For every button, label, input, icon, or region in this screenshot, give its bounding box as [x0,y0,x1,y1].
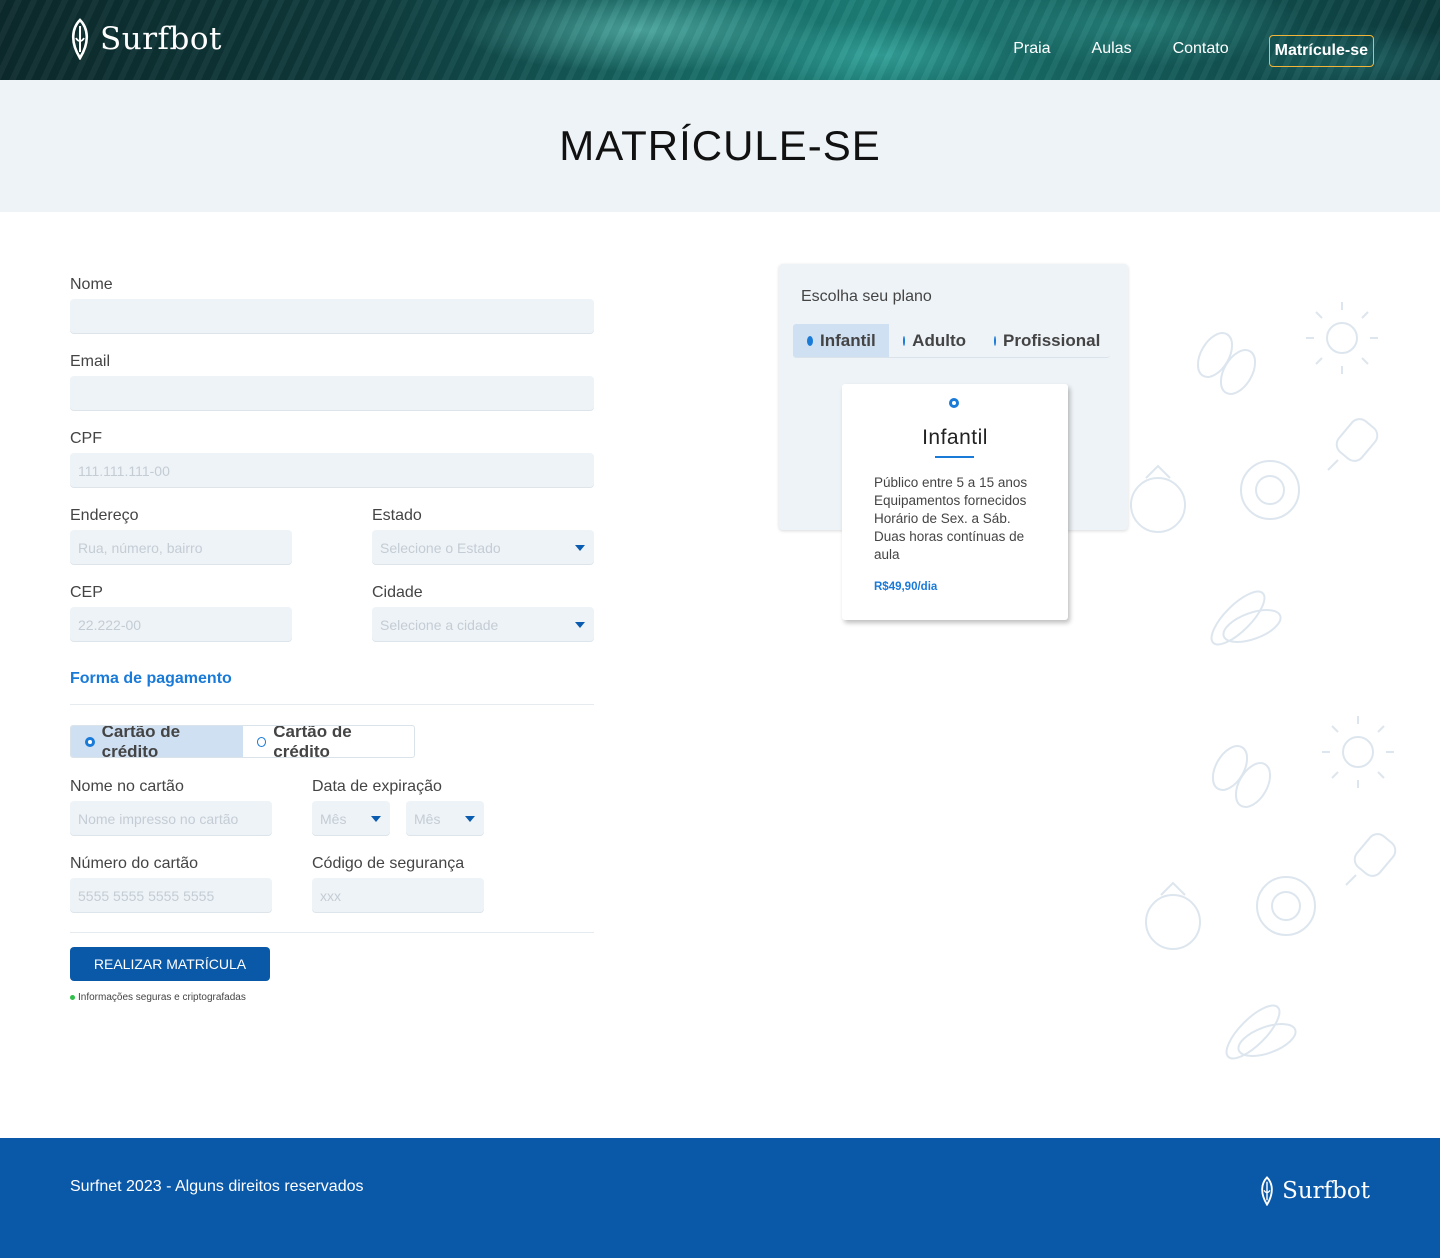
nome-label: Nome [70,276,113,293]
email-label: Email [70,353,111,370]
title-band: MATRÍCULE-SE [0,80,1440,212]
nav-link-aulas[interactable]: Aulas [1092,40,1132,58]
payment-option-credit-1[interactable]: Cartão de crédito [71,726,243,757]
sun-icon [1306,302,1378,374]
footer-brand-name: Surfbot [1282,1178,1370,1204]
plan-feature: Público entre 5 a 15 anos [874,475,1028,490]
secure-note-text: Informações seguras e criptografadas [78,992,246,1003]
surfboard-icon [1261,1176,1273,1206]
nav-enroll-button[interactable]: Matrícule-se [1268,35,1374,67]
nav-link-praia[interactable]: Praia [1013,40,1050,58]
flip-flops-icon [1196,332,1257,395]
card-number-label: Número do cartão [70,855,199,872]
plan-feature: Horário de Sex. a Sáb. [874,511,1011,526]
secure-note: Informações seguras e criptografadas [70,992,246,1003]
coconut-icon [1130,464,1186,533]
radio-selected-icon [949,398,959,408]
plan-tab-profissional[interactable]: Profissional [980,324,1110,357]
sun-icon [1322,716,1394,788]
nome-input[interactable] [70,299,594,334]
submit-enrollment-button[interactable]: REALIZAR MATRÍCULA [70,947,270,981]
estado-label: Estado [372,507,422,524]
brand-name: Surfbot [100,21,222,57]
cpf-label: CPF [70,430,102,447]
divider [70,704,594,705]
lifebuoy-icon [1256,876,1316,936]
site-footer: Surfnet 2023 - Alguns direitos reservado… [0,1138,1440,1258]
radio-icon [994,335,996,346]
plan-tab-label: Profissional [1003,330,1101,350]
radio-selected-icon [807,335,813,346]
brand-logo[interactable]: Surfbot [68,18,222,60]
page-title: MATRÍCULE-SE [559,122,881,169]
coconut-icon [1145,881,1201,950]
radio-selected-icon [85,736,95,747]
site-header: Surfbot Praia Aulas Contato Matrícule-se [0,0,1440,80]
cvv-input[interactable]: xxx [312,878,484,913]
main-nav: Praia Aulas Contato Matrícule-se [972,33,1374,67]
expiry-label: Data de expiração [312,778,442,795]
card-name-label: Nome no cartão [70,778,184,795]
plan-tab-label: Adulto [912,330,966,350]
plan-card-title: Infantil [922,426,988,449]
title-underline [935,456,974,458]
flip-flops-icon [1211,745,1272,808]
popsicle-icon [1345,833,1397,886]
radio-icon [903,335,906,346]
payment-option-label: Cartão de crédito [273,725,352,758]
cpf-input[interactable]: 111.111.111-00 [70,453,594,488]
email-input[interactable] [70,376,594,411]
lifebuoy-icon [1240,460,1300,520]
plan-card-description: Público entre 5 a 15 anos Equipamentos f… [874,474,1044,564]
plan-selector-title: Escolha seu plano [801,288,932,305]
plan-card[interactable]: Infantil Público entre 5 a 15 anos Equip… [842,384,1068,620]
plan-tabs: Infantil Adulto Profissional [793,324,1110,358]
plan-feature: Equipamentos fornecidos [874,493,1027,508]
plan-tab-infantil[interactable]: Infantil [793,324,889,357]
cidade-select[interactable]: Selecione a cidade [372,607,594,642]
card-name-input[interactable]: Nome impresso no cartão [70,801,272,836]
popsicle-icon [1327,418,1379,471]
payment-method-toggle: Cartão de crédito Cartão de crédito [70,725,415,758]
payment-section-title: Forma de pagamento [70,670,232,687]
surfboards-icon [1225,1004,1297,1060]
plan-tab-adulto[interactable]: Adulto [889,324,980,357]
nav-link-contato[interactable]: Contato [1173,40,1229,58]
plan-tab-label: Infantil [820,330,876,350]
endereco-label: Endereço [70,507,139,524]
divider [70,932,594,933]
surfboard-icon [71,18,89,60]
expiry-month-select[interactable]: Mês [312,801,390,836]
cidade-label: Cidade [372,584,423,601]
estado-select[interactable]: Selecione o Estado [372,530,594,565]
endereco-input[interactable]: Rua, número, bairro [70,530,292,565]
cep-label: CEP [70,584,103,601]
expiry-year-select[interactable]: Mês [406,801,484,836]
plan-price: R$49,90/dia [874,581,938,593]
beach-doodles-decoration [1130,302,1397,1060]
payment-option-label: Cartão de crédito [101,725,181,758]
card-number-input[interactable]: 5555 5555 5555 5555 [70,878,272,913]
status-dot-icon [70,995,75,1000]
footer-copyright: Surfnet 2023 - Alguns direitos reservado… [70,1178,364,1195]
cvv-label: Código de segurança [312,855,465,872]
surfboards-icon [1210,590,1282,646]
radio-icon [257,736,267,747]
footer-logo[interactable]: Surfbot [1258,1176,1370,1206]
payment-option-credit-2[interactable]: Cartão de crédito [243,726,414,757]
cep-input[interactable]: 22.222-00 [70,607,292,642]
plan-feature: Duas horas contínuas de aula [874,529,1025,562]
